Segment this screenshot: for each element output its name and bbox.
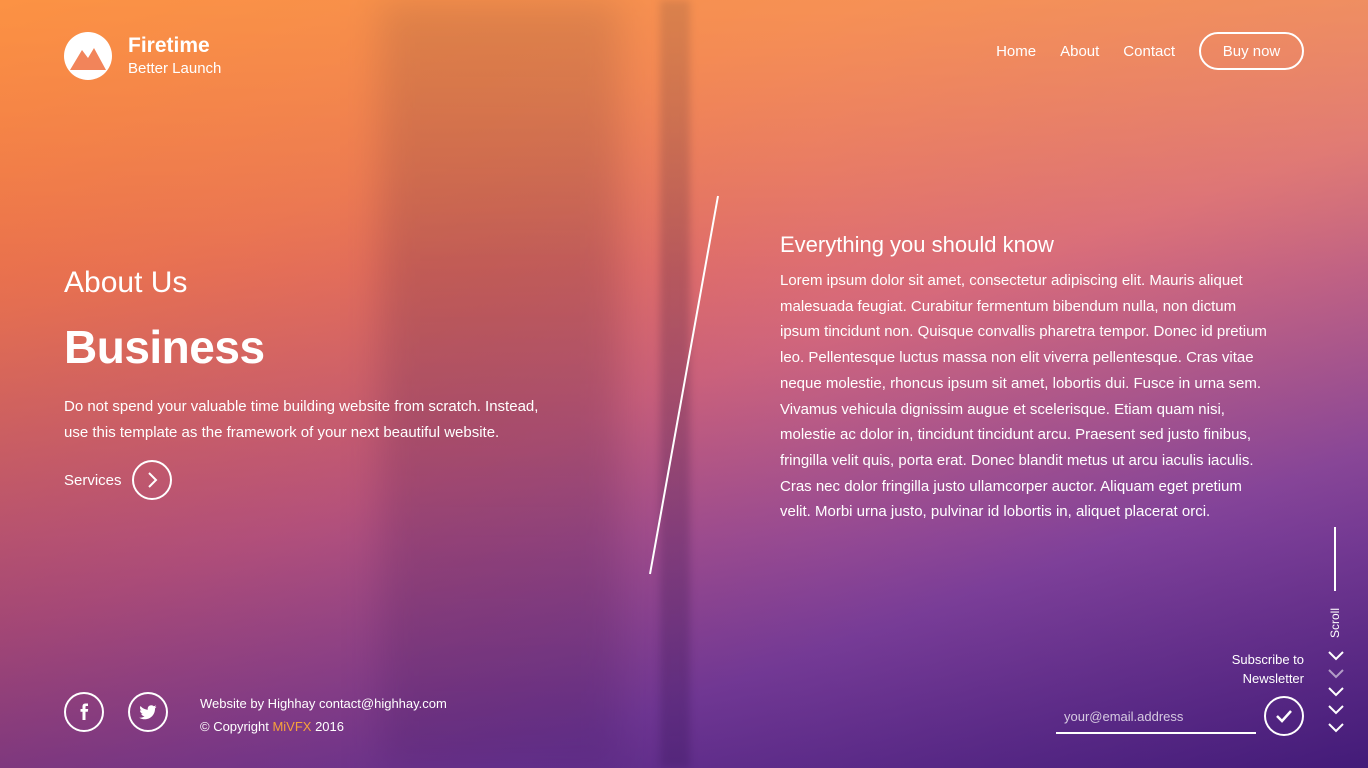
brand-title: Firetime — [128, 34, 210, 57]
chevron-down-icon — [1328, 705, 1344, 715]
subscribe-submit-button[interactable] — [1264, 696, 1304, 736]
copyright-prefix: © Copyright — [200, 719, 273, 734]
services-link[interactable]: Services — [64, 460, 172, 500]
main-nav: Home About Contact Buy now — [972, 32, 1304, 70]
nav-about[interactable]: About — [1060, 43, 1099, 60]
info-title: Everything you should know — [780, 232, 1054, 257]
footer-copyright: © Copyright MiVFX 2016 — [200, 715, 447, 738]
twitter-icon[interactable] — [128, 692, 168, 732]
nav-contact[interactable]: Contact — [1123, 43, 1175, 60]
chevron-down-icon — [1328, 669, 1344, 679]
info-body: Lorem ipsum dolor sit amet, consectetur … — [780, 272, 1267, 521]
scroll-label[interactable]: Scroll — [1318, 608, 1352, 638]
facebook-icon[interactable] — [64, 692, 104, 732]
chevron-down-icon — [1328, 723, 1344, 733]
background-photo-shade — [380, 0, 620, 768]
scroll-line — [1334, 527, 1336, 591]
page-title: Business — [64, 321, 265, 373]
chevron-right-icon — [131, 460, 172, 500]
footer-credits: Website by Highhay contact@highhay.com ©… — [200, 692, 447, 738]
services-label: Services — [64, 471, 122, 489]
brand-logo[interactable]: Firetime Better Launch — [64, 32, 221, 80]
newsletter-label-line1: Subscribe to — [1231, 652, 1304, 667]
chevron-down-icon — [1328, 651, 1344, 661]
copyright-brand-link[interactable]: MiVFX — [272, 719, 311, 734]
footer-contact: Website by Highhay contact@highhay.com — [200, 696, 447, 711]
intro-text: Do not spend your valuable time building… — [64, 398, 539, 441]
scroll-chevrons[interactable] — [1326, 648, 1346, 738]
checkmark-icon — [1276, 710, 1292, 723]
section-label: About Us — [64, 266, 188, 299]
mountain-logo-icon — [64, 32, 112, 80]
brand-subtitle: Better Launch — [128, 60, 222, 77]
nav-home[interactable]: Home — [996, 43, 1036, 60]
email-field[interactable] — [1056, 700, 1256, 734]
copyright-year: 2016 — [311, 719, 344, 734]
chevron-down-icon — [1328, 687, 1344, 697]
newsletter-label: Subscribe to Newsletter — [1184, 650, 1304, 688]
buy-now-button[interactable]: Buy now — [1199, 32, 1304, 70]
newsletter-label-line2: Newsletter — [1242, 671, 1304, 686]
diagonal-divider — [649, 195, 719, 575]
